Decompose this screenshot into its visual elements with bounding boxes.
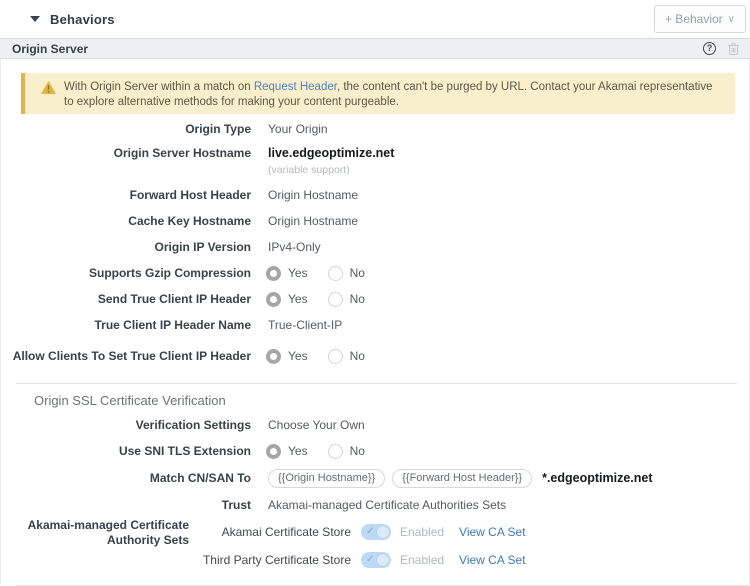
- check-icon: ✓: [366, 527, 374, 537]
- use-sni-label: Use SNI TLS Extension: [1, 444, 251, 459]
- send-tcip-no-label: No: [350, 292, 365, 306]
- allow-clients-set-tcip-label: Allow Clients To Set True Client IP Head…: [1, 349, 251, 364]
- row-forward-host-header: Forward Host Header Origin Hostname: [1, 182, 749, 208]
- cn-san-literal-value: *.edgeoptimize.net: [542, 471, 652, 485]
- behaviors-header: Behaviors + Behavior ∨: [0, 0, 750, 38]
- third-party-certificate-store-status: Enabled: [400, 553, 444, 567]
- cn-san-chip-forward-host-header: {{Forward Host Header}}: [392, 469, 532, 488]
- gzip-yes-label: Yes: [288, 266, 308, 280]
- origin-server-form: Origin Type Your Origin Origin Server Ho…: [1, 116, 749, 586]
- cache-key-hostname-value: Origin Hostname: [268, 214, 358, 228]
- gzip-no-label: No: [350, 266, 365, 280]
- sni-yes-radio[interactable]: [266, 444, 281, 459]
- row-cache-key-hostname: Cache Key Hostname Origin Hostname: [1, 208, 749, 234]
- allow-tcip-no-radio[interactable]: [328, 349, 343, 364]
- true-client-ip-header-name-label: True Client IP Header Name: [1, 318, 251, 333]
- trust-label: Trust: [1, 498, 251, 513]
- origin-server-title: Origin Server: [12, 42, 88, 56]
- row-trust: Trust Akamai-managed Certificate Authori…: [1, 492, 749, 518]
- gzip-yes-radio[interactable]: [266, 266, 281, 281]
- akamai-certificate-store-toggle[interactable]: ✓: [361, 524, 391, 540]
- chevron-down-icon: ∨: [728, 14, 735, 25]
- origin-server-hostname-label: Origin Server Hostname: [1, 146, 251, 161]
- allow-tcip-yes-label: Yes: [288, 349, 308, 363]
- cn-san-chip-origin-hostname: {{Origin Hostname}}: [268, 469, 385, 488]
- origin-server-hostname-value: live.edgeoptimize.net: [268, 146, 394, 160]
- row-true-client-ip-header-name: True Client IP Header Name True-Client-I…: [1, 312, 749, 338]
- caret-down-icon[interactable]: [30, 16, 40, 22]
- send-tcip-yes-radio[interactable]: [266, 292, 281, 307]
- row-origin-ip-version: Origin IP Version IPv4-Only: [1, 234, 749, 260]
- request-header-link[interactable]: Request Header: [254, 81, 337, 93]
- purge-warning-banner: With Origin Server within a match on Req…: [21, 73, 735, 114]
- ca-sets-label: Akamai-managed Certificate Authority Set…: [1, 518, 189, 548]
- behaviors-title: Behaviors: [50, 12, 115, 27]
- origin-type-label: Origin Type: [1, 122, 251, 137]
- send-tcip-no-radio[interactable]: [328, 292, 343, 307]
- match-cn-san-label: Match CN/SAN To: [1, 471, 251, 486]
- origin-server-card-body: With Origin Server within a match on Req…: [0, 59, 750, 584]
- row-origin-server-hostname: Origin Server Hostname live.edgeoptimize…: [1, 142, 749, 182]
- sni-yes-label: Yes: [288, 444, 308, 458]
- akamai-certificate-store-row: Akamai Certificate Store ✓ Enabled View …: [199, 518, 526, 546]
- cache-key-hostname-label: Cache Key Hostname: [1, 214, 251, 229]
- gzip-no-radio[interactable]: [328, 266, 343, 281]
- origin-ip-version-label: Origin IP Version: [1, 240, 251, 255]
- forward-host-header-label: Forward Host Header: [1, 188, 251, 203]
- check-icon: ✓: [366, 555, 374, 565]
- trash-icon[interactable]: [727, 42, 740, 56]
- add-behavior-label: + Behavior: [665, 12, 723, 26]
- akamai-certificate-store-status: Enabled: [400, 525, 444, 539]
- row-send-true-client-ip: Send True Client IP Header Yes No: [1, 286, 749, 312]
- warning-text: With Origin Server within a match on Req…: [64, 77, 723, 110]
- third-party-certificate-store-toggle[interactable]: ✓: [361, 552, 391, 568]
- akamai-certificate-store-label: Akamai Certificate Store: [199, 525, 351, 539]
- sni-no-label: No: [350, 444, 365, 458]
- verification-settings-value: Choose Your Own: [268, 418, 365, 432]
- origin-ip-version-value: IPv4-Only: [268, 240, 321, 254]
- row-allow-clients-set-tcip: Allow Clients To Set True Client IP Head…: [1, 338, 749, 374]
- third-party-view-ca-set-link[interactable]: View CA Set: [459, 553, 525, 567]
- row-origin-type: Origin Type Your Origin: [1, 116, 749, 142]
- trust-value: Akamai-managed Certificate Authorities S…: [268, 498, 506, 512]
- section-divider: [16, 383, 737, 384]
- allow-tcip-no-label: No: [350, 349, 365, 363]
- warning-text-prefix: With Origin Server within a match on: [64, 81, 254, 93]
- variable-support-note: (variable support): [268, 164, 394, 176]
- send-true-client-ip-label: Send True Client IP Header: [1, 292, 251, 307]
- row-use-sni: Use SNI TLS Extension Yes No: [1, 438, 749, 464]
- toggle-knob: [377, 554, 389, 566]
- verification-settings-label: Verification Settings: [1, 418, 251, 433]
- third-party-certificate-store-label: Third Party Certificate Store: [199, 553, 351, 567]
- sni-no-radio[interactable]: [328, 444, 343, 459]
- akamai-view-ca-set-link[interactable]: View CA Set: [459, 525, 525, 539]
- toggle-knob: [377, 526, 389, 538]
- row-verification-settings: Verification Settings Choose Your Own: [1, 412, 749, 438]
- third-party-certificate-store-row: Third Party Certificate Store ✓ Enabled …: [199, 546, 526, 574]
- row-ca-sets: Akamai-managed Certificate Authority Set…: [1, 518, 749, 574]
- send-tcip-yes-label: Yes: [288, 292, 308, 306]
- forward-host-header-value: Origin Hostname: [268, 188, 358, 202]
- origin-type-value: Your Origin: [268, 122, 328, 136]
- allow-tcip-yes-radio[interactable]: [266, 349, 281, 364]
- ssl-section-heading: Origin SSL Certificate Verification: [34, 393, 749, 408]
- supports-gzip-label: Supports Gzip Compression: [1, 266, 251, 281]
- row-match-cn-san: Match CN/SAN To {{Origin Hostname}} {{Fo…: [1, 464, 749, 492]
- origin-server-card-header[interactable]: Origin Server ?: [0, 38, 750, 59]
- true-client-ip-header-name-value: True-Client-IP: [268, 318, 342, 332]
- warning-icon: [41, 81, 56, 99]
- row-supports-gzip: Supports Gzip Compression Yes No: [1, 260, 749, 286]
- add-behavior-button[interactable]: + Behavior ∨: [654, 5, 746, 33]
- help-icon[interactable]: ?: [703, 42, 716, 55]
